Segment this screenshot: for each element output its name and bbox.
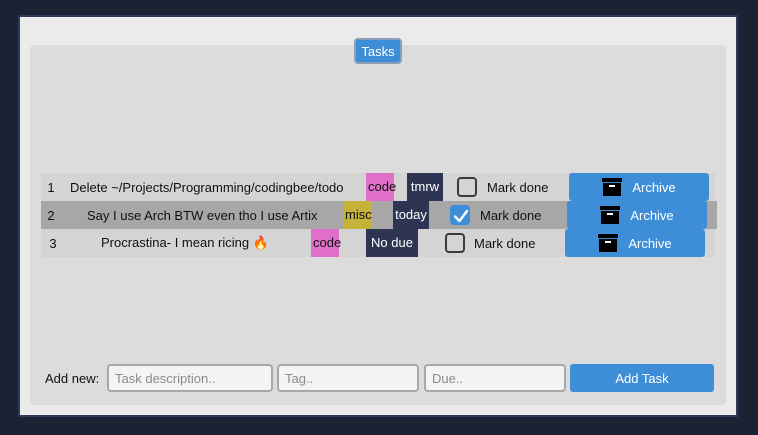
task-description: Procrastina- I mean ricing 🔥 bbox=[101, 235, 269, 250]
app-window: Tasks 1 Delete ~/Projects/Programming/co… bbox=[18, 15, 738, 417]
mark-done-label: Mark done bbox=[480, 207, 542, 223]
archive-button[interactable]: Archive bbox=[567, 201, 707, 229]
task-row: 2 Say I use Arch BTW even tho I use Arti… bbox=[41, 201, 717, 229]
task-number: 2 bbox=[47, 207, 55, 223]
archive-button[interactable]: Archive bbox=[569, 173, 709, 201]
task-number: 1 bbox=[47, 179, 55, 195]
checkmark-icon bbox=[453, 209, 469, 223]
task-tag: code bbox=[311, 229, 341, 257]
task-due: No due bbox=[366, 229, 418, 257]
task-description: Say I use Arch BTW even tho I use Artix bbox=[87, 207, 318, 223]
archive-button[interactable]: Archive bbox=[565, 229, 705, 257]
archive-box-icon bbox=[602, 178, 623, 196]
archive-box-icon bbox=[598, 234, 619, 252]
task-row: 1 Delete ~/Projects/Programming/codingbe… bbox=[41, 173, 715, 201]
tab-tasks[interactable]: Tasks bbox=[354, 38, 402, 64]
task-due: tmrw bbox=[407, 173, 443, 201]
mark-done-checkbox[interactable] bbox=[450, 205, 470, 225]
task-tag: code bbox=[366, 173, 396, 201]
task-row: 3 Procrastina- I mean ricing 🔥 code No d… bbox=[41, 229, 715, 257]
mark-done-checkbox[interactable] bbox=[445, 233, 465, 253]
mark-done-label: Mark done bbox=[474, 235, 536, 251]
archive-label: Archive bbox=[632, 179, 676, 195]
tag-spacer bbox=[372, 201, 393, 229]
tag-input[interactable] bbox=[277, 364, 419, 392]
task-due: today bbox=[393, 201, 429, 229]
mark-done-checkbox[interactable] bbox=[457, 177, 477, 197]
archive-label: Archive bbox=[630, 207, 674, 223]
archive-label: Archive bbox=[628, 235, 672, 251]
add-task-form: Add new: Add Task bbox=[20, 363, 740, 393]
task-tag: misc bbox=[343, 201, 372, 229]
add-task-button[interactable]: Add Task bbox=[570, 364, 714, 392]
task-number: 3 bbox=[49, 235, 57, 251]
archive-box-icon bbox=[600, 206, 621, 224]
task-description-input[interactable] bbox=[107, 364, 273, 392]
task-description: Delete ~/Projects/Programming/codingbee/… bbox=[70, 179, 344, 195]
due-input[interactable] bbox=[424, 364, 566, 392]
add-new-label: Add new: bbox=[45, 371, 100, 386]
mark-done-label: Mark done bbox=[487, 179, 549, 195]
